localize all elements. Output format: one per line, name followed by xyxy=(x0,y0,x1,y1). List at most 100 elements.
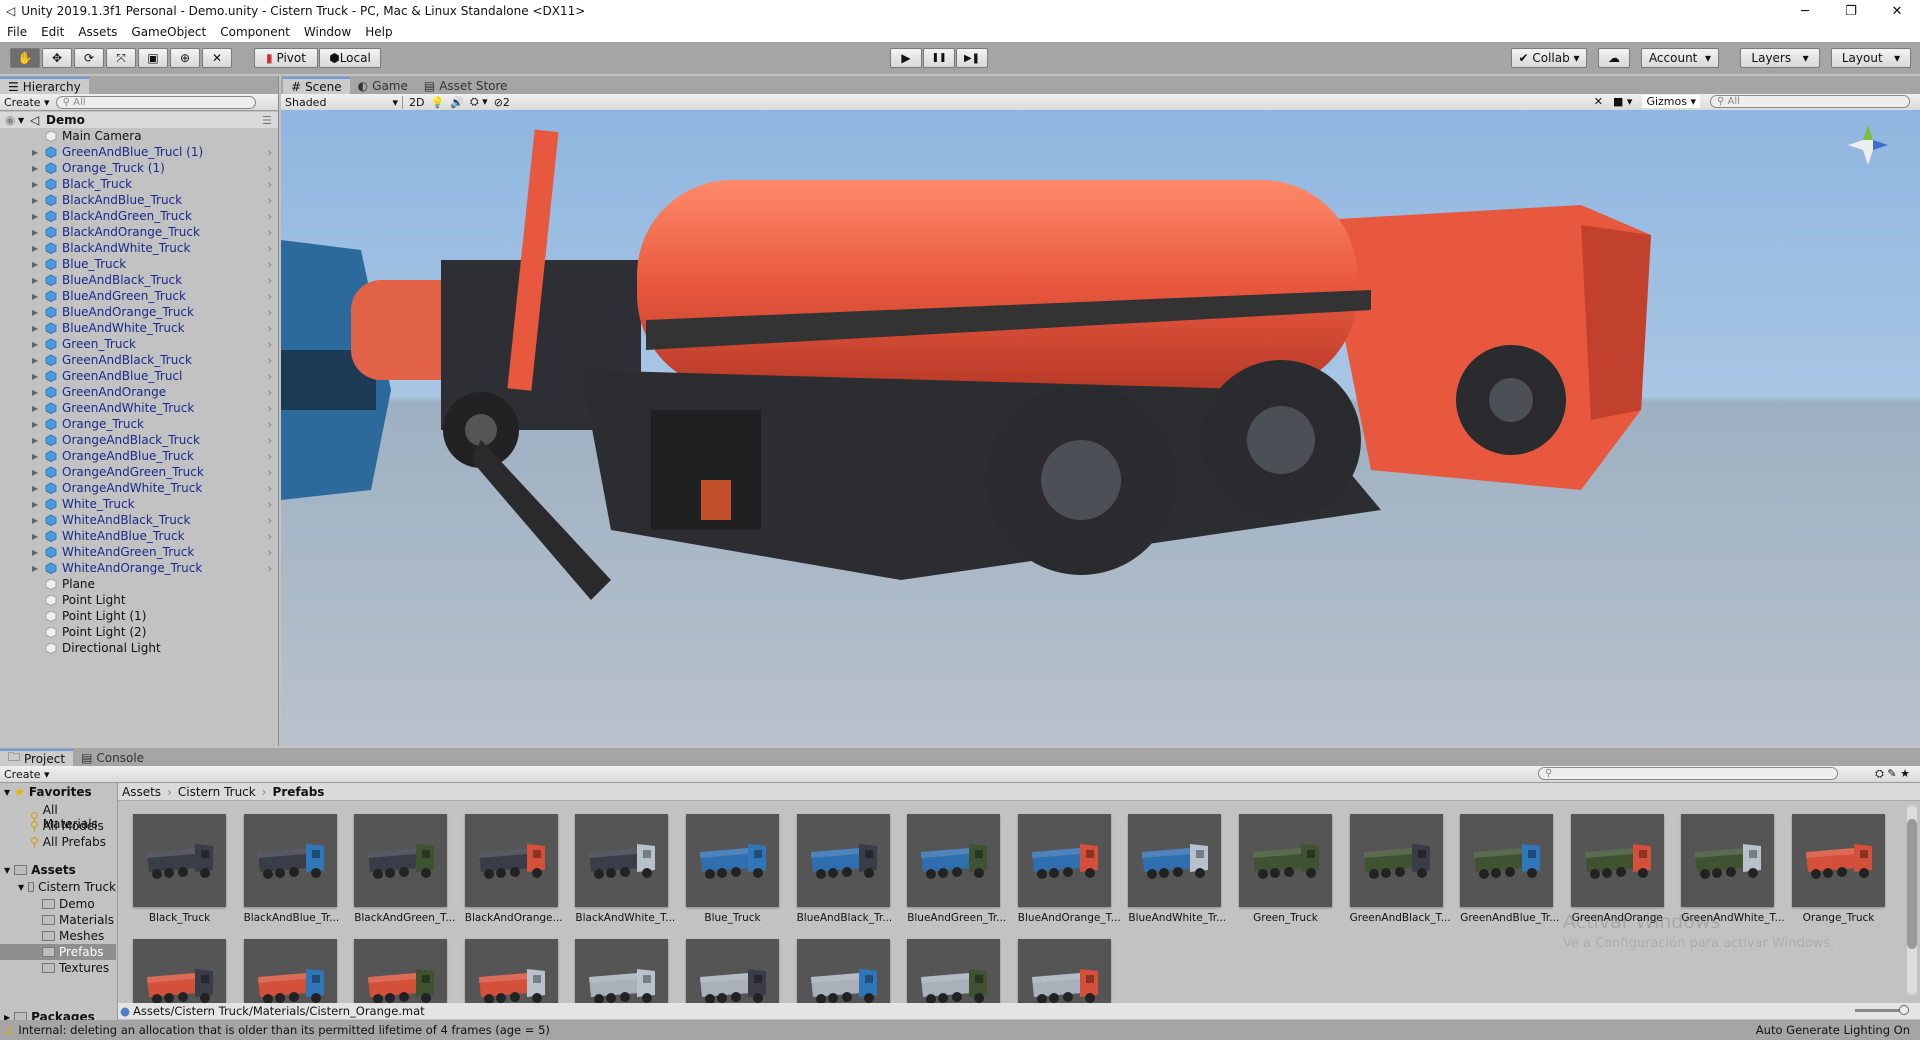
prefab-thumbnail[interactable]: BlueAndWhite_Tr... xyxy=(1128,814,1226,924)
chevron-right-icon[interactable]: › xyxy=(268,162,272,175)
chevron-right-icon[interactable]: › xyxy=(268,386,272,399)
chevron-right-icon[interactable]: › xyxy=(268,450,272,463)
transform-tool-button[interactable]: ⊕ xyxy=(170,48,200,68)
hierarchy-item[interactable]: ▶ BlueAndGreen_Truck › xyxy=(0,288,278,304)
prefab-thumbnail[interactable] xyxy=(1017,939,1111,1003)
expand-arrow-icon[interactable]: ▶ xyxy=(32,516,38,525)
chevron-right-icon[interactable]: › xyxy=(268,370,272,383)
menu-help[interactable]: Help xyxy=(358,25,399,39)
chevron-right-icon[interactable]: › xyxy=(268,290,272,303)
hand-tool-button[interactable]: ✋ xyxy=(10,48,40,68)
folder-materials[interactable]: Materials xyxy=(0,912,116,928)
2d-toggle[interactable]: 2D xyxy=(409,96,424,109)
expand-arrow-icon[interactable]: ▶ xyxy=(32,244,38,253)
chevron-right-icon[interactable]: › xyxy=(268,514,272,527)
move-tool-button[interactable]: ✥ xyxy=(42,48,72,68)
hierarchy-create-button[interactable]: Create ▾ xyxy=(4,96,50,109)
hierarchy-item[interactable]: ▶ GreenAndBlack_Truck › xyxy=(0,352,278,368)
chevron-right-icon[interactable]: › xyxy=(268,418,272,431)
expand-arrow-icon[interactable]: ▶ xyxy=(32,356,38,365)
scene-search-input[interactable]: ⚲ All xyxy=(1710,95,1910,108)
chevron-right-icon[interactable]: › xyxy=(268,434,272,447)
prefab-thumbnail[interactable] xyxy=(686,939,779,1003)
hierarchy-item[interactable]: ▶ OrangeAndBlue_Truck › xyxy=(0,448,278,464)
hidden-objects-toggle[interactable]: ⊘2 xyxy=(494,96,510,109)
breadcrumb-prefabs[interactable]: Prefabs xyxy=(273,785,325,799)
prefab-thumbnail[interactable]: Green_Truck xyxy=(1239,814,1332,924)
prefab-thumbnail[interactable]: GreenAndBlue_Tr... xyxy=(1460,814,1559,924)
tools-icon[interactable]: ✕ xyxy=(1594,95,1603,108)
favorite-all-prefabs[interactable]: ⚲ All Prefabs xyxy=(30,835,106,849)
pause-button[interactable]: ❚❚ xyxy=(923,48,955,68)
expand-arrow-icon[interactable]: ▶ xyxy=(32,500,38,509)
expand-arrow-icon[interactable]: ▶ xyxy=(32,212,38,221)
favorites-folder[interactable]: ▼ ★ Favorites xyxy=(4,785,92,799)
hierarchy-item[interactable]: ▶ Orange_Truck › xyxy=(0,416,278,432)
hierarchy-item[interactable]: Point Light (2) xyxy=(0,624,278,640)
scale-tool-button[interactable]: ⤧ xyxy=(106,48,136,68)
hierarchy-item[interactable]: ▶ GreenAndOrange › xyxy=(0,384,278,400)
prefab-thumbnail[interactable] xyxy=(133,939,226,1003)
cloud-button[interactable]: ☁ xyxy=(1598,48,1630,68)
hierarchy-item[interactable]: ▶ GreenAndBlue_Trucl › xyxy=(0,368,278,384)
project-search-input[interactable]: ⚲ xyxy=(1538,767,1838,780)
hierarchy-item[interactable]: ▶ BlackAndGreen_Truck › xyxy=(0,208,278,224)
expand-arrow-icon[interactable]: ▶ xyxy=(32,484,38,493)
shading-dropdown[interactable]: Shaded ▾ xyxy=(285,95,403,109)
project-create-button[interactable]: Create ▾ xyxy=(4,768,50,781)
menu-component[interactable]: Component xyxy=(213,25,297,39)
effects-dropdown-icon[interactable]: ⛭ ▾ xyxy=(470,95,488,109)
expand-arrow-icon[interactable]: ▶ xyxy=(32,148,38,157)
grid-scrollbar[interactable] xyxy=(1907,805,1917,995)
hierarchy-item[interactable]: ▶ WhiteAndGreen_Truck › xyxy=(0,544,278,560)
chevron-right-icon[interactable]: › xyxy=(268,402,272,415)
expand-arrow-icon[interactable]: ▶ xyxy=(32,404,38,413)
expand-arrow-icon[interactable]: ▶ xyxy=(32,308,38,317)
hierarchy-item[interactable]: Directional Light xyxy=(0,640,278,656)
assets-folder[interactable]: ▼ Assets xyxy=(4,863,76,877)
gizmos-dropdown[interactable]: Gizmos ▾ xyxy=(1642,95,1700,108)
hierarchy-item[interactable]: ▶ White_Truck › xyxy=(0,496,278,512)
layers-dropdown[interactable]: Layers ▾ xyxy=(1740,48,1820,68)
prefab-thumbnail[interactable]: GreenAndBlack_T... xyxy=(1349,814,1451,924)
step-button[interactable]: ▶❚ xyxy=(956,48,988,68)
menu-file[interactable]: File xyxy=(0,25,34,39)
folder-textures[interactable]: Textures xyxy=(0,960,116,976)
scene-viewport[interactable] xyxy=(281,110,1920,746)
hierarchy-item[interactable]: Main Camera xyxy=(0,128,278,144)
prefab-thumbnail[interactable] xyxy=(243,939,337,1003)
tab-asset-store[interactable]: ▤ Asset Store xyxy=(416,77,516,94)
hierarchy-item[interactable]: ▶ OrangeAndWhite_Truck › xyxy=(0,480,278,496)
chevron-right-icon[interactable]: › xyxy=(268,146,272,159)
expand-arrow-icon[interactable]: ▶ xyxy=(32,532,38,541)
expand-arrow-icon[interactable]: ▶ xyxy=(32,372,38,381)
hierarchy-item[interactable]: ▶ WhiteAndBlack_Truck › xyxy=(0,512,278,528)
filter-icons[interactable]: ⛭ ✎ ★ xyxy=(1875,767,1910,781)
camera-dropdown-icon[interactable]: ■ ▾ xyxy=(1613,95,1632,108)
hierarchy-item[interactable]: ▶ BlueAndWhite_Truck › xyxy=(0,320,278,336)
hierarchy-item[interactable]: ▶ BlackAndBlue_Truck › xyxy=(0,192,278,208)
chevron-right-icon[interactable]: › xyxy=(268,210,272,223)
menu-assets[interactable]: Assets xyxy=(71,25,124,39)
expand-arrow-icon[interactable]: ▼ xyxy=(18,116,24,125)
folder-demo[interactable]: Demo xyxy=(0,896,116,912)
chevron-right-icon[interactable]: › xyxy=(268,466,272,479)
menu-window[interactable]: Window xyxy=(297,25,358,39)
chevron-right-icon[interactable]: › xyxy=(268,562,272,575)
tab-scene[interactable]: # Scene xyxy=(283,77,350,94)
hierarchy-item[interactable]: Plane xyxy=(0,576,278,592)
expand-arrow-icon[interactable]: ▶ xyxy=(32,276,38,285)
expand-arrow-icon[interactable]: ▶ xyxy=(32,180,38,189)
folder-prefabs[interactable]: Prefabs xyxy=(0,944,116,960)
expand-arrow-icon[interactable]: ▶ xyxy=(32,196,38,205)
menu-edit[interactable]: Edit xyxy=(34,25,71,39)
prefab-thumbnail[interactable]: GreenAndWhite_T... xyxy=(1681,814,1785,924)
minimize-button[interactable]: ─ xyxy=(1782,0,1828,22)
expand-arrow-icon[interactable]: ▶ xyxy=(32,340,38,349)
expand-arrow-icon[interactable]: ▶ xyxy=(32,420,38,429)
scene-root-demo[interactable]: ◉ ▼ ◁ Demo ☰ xyxy=(0,112,278,128)
hierarchy-item[interactable]: ▶ Black_Truck › xyxy=(0,176,278,192)
expand-arrow-icon[interactable]: ▶ xyxy=(32,564,38,573)
chevron-right-icon[interactable]: › xyxy=(268,258,272,271)
tab-game[interactable]: ◐ Game xyxy=(350,77,416,94)
